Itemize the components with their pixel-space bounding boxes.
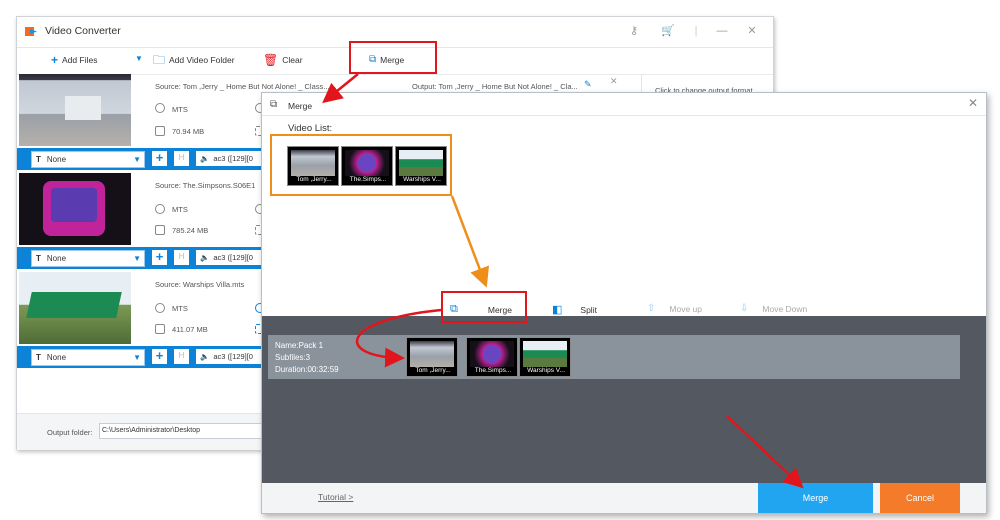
annotation-arrows [322,73,804,489]
arrow-to-dialog [322,73,359,104]
arrow-to-merge-button [450,195,490,288]
arrow-to-merge-confirm [726,415,804,489]
arrow-to-pack [356,308,442,368]
